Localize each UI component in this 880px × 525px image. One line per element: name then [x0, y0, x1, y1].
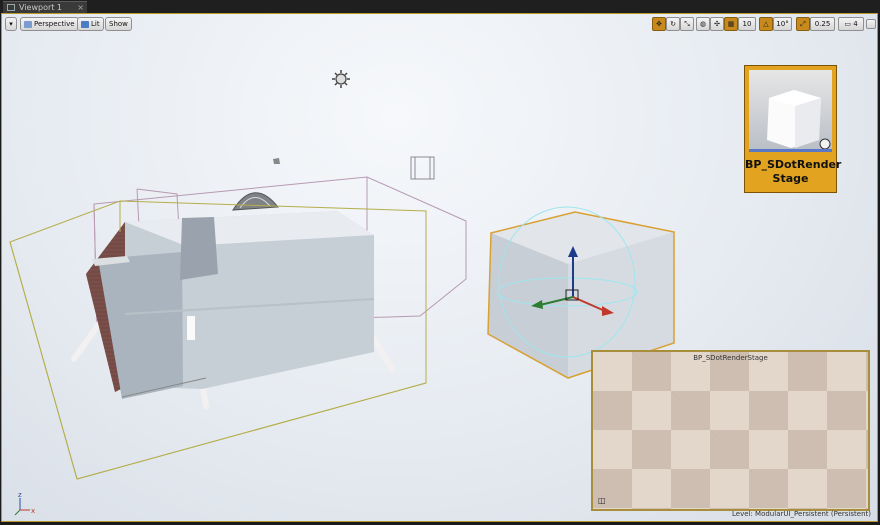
level-status: Level: ModularUI_Persistent (Persistent)	[731, 510, 871, 518]
move-icon: ✥	[656, 20, 662, 28]
surface-snap-button[interactable]: ✣	[710, 17, 724, 31]
lit-button[interactable]: Lit	[77, 17, 104, 31]
selected-actor-thumbnail[interactable]: BP_SDotRender Stage	[744, 65, 842, 193]
world-local-button[interactable]: ◍	[696, 17, 710, 31]
rotate-icon: ↻	[670, 20, 676, 28]
scale-icon: ⤡	[684, 20, 690, 28]
globe-icon: ◍	[699, 20, 707, 28]
viewport-tab[interactable]: Viewport 1 ×	[3, 1, 87, 13]
thumbnail-caption: BP_SDotRender Stage	[745, 158, 842, 185]
chevron-down-icon: ▾	[9, 20, 13, 28]
axis-x-label: x	[31, 507, 35, 515]
rotate-mode-button[interactable]: ↻	[666, 17, 680, 31]
actor-icon	[273, 158, 280, 164]
camera-icon: ▭	[844, 20, 851, 28]
rotation-snap-value[interactable]: 10°	[773, 17, 792, 31]
lit-label: Lit	[91, 20, 100, 28]
grid-snap-toggle[interactable]: ▦	[724, 17, 738, 31]
axis-z-label: z	[18, 491, 22, 499]
scale-snap-value[interactable]: 0.25	[810, 17, 835, 31]
perspective-button[interactable]: Perspective	[20, 17, 79, 31]
dome-object	[232, 192, 279, 211]
thumbnail-image	[749, 70, 832, 152]
perspective-icon	[24, 20, 32, 28]
small-wire-cube	[410, 156, 435, 180]
tab-bar: Viewport 1 ×	[0, 0, 880, 13]
camera-speed-value: 4	[853, 20, 858, 28]
axis-indicator: z x	[14, 491, 35, 516]
lit-icon	[81, 20, 89, 28]
rotation-snap-toggle[interactable]: △	[759, 17, 773, 31]
angle-icon: △	[763, 20, 769, 28]
show-button[interactable]: Show	[105, 17, 132, 31]
grid-snap-value[interactable]: 10	[738, 17, 756, 31]
viewport[interactable]: ▾ Perspective Lit Show ✥ ↻ ⤡ ◍ ✣ ▦ 10 △ …	[1, 13, 878, 522]
viewport-icon	[7, 4, 15, 11]
close-icon[interactable]: ×	[77, 2, 84, 13]
building-mesh	[86, 211, 375, 399]
viewport-tab-label: Viewport 1	[19, 3, 63, 12]
maximize-viewport-button[interactable]	[866, 19, 876, 29]
surface-snap-icon: ✣	[714, 20, 720, 28]
camera-speed-button[interactable]: ▭ 4	[838, 17, 864, 31]
show-label: Show	[109, 20, 128, 28]
sun-icon	[332, 70, 350, 88]
viewport-options-button[interactable]: ▾	[5, 17, 17, 31]
preview-title: BP_SDotRenderStage	[693, 354, 768, 362]
perspective-label: Perspective	[34, 20, 75, 28]
scale-snap-toggle[interactable]: ⤢	[796, 17, 810, 31]
thumbnail-underline	[749, 149, 832, 152]
scale-mode-button[interactable]: ⤡	[680, 17, 694, 31]
grid-icon: ▦	[727, 20, 735, 28]
speaker-icon[interactable]: ◫	[598, 496, 606, 505]
translate-mode-button[interactable]: ✥	[652, 17, 666, 31]
actor-preview-window[interactable]: BP_SDotRenderStage ◫	[591, 350, 870, 511]
scale-snap-icon: ⤢	[800, 20, 806, 28]
